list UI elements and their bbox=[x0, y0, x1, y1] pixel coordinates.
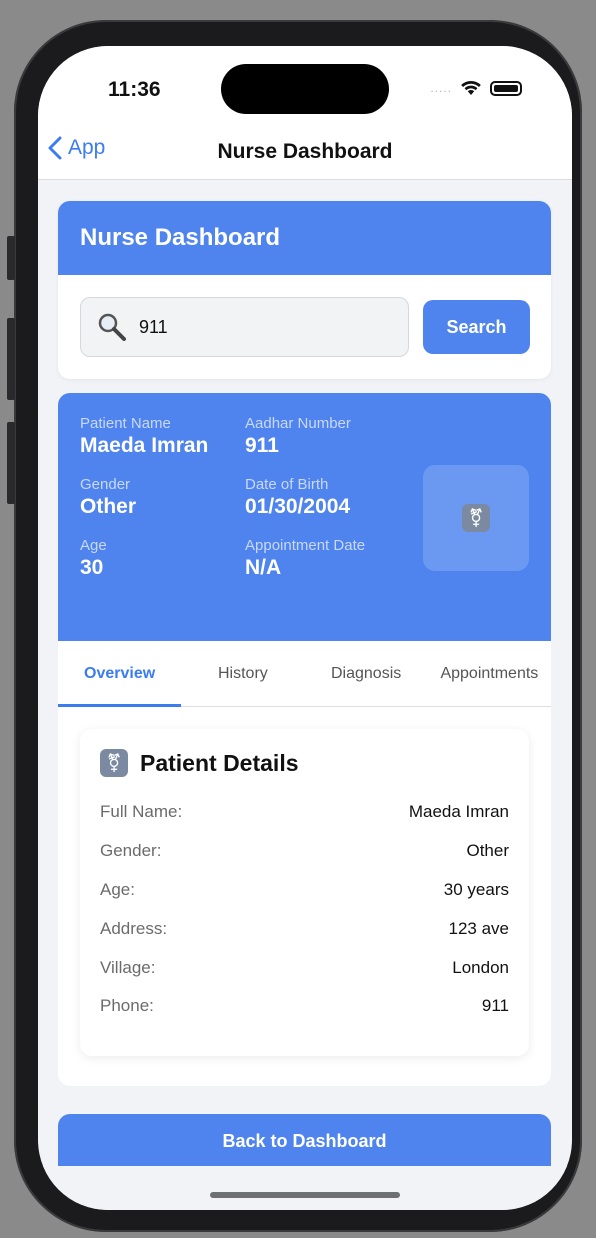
detail-value: 30 years bbox=[443, 879, 509, 899]
search-button[interactable]: Search bbox=[423, 300, 530, 354]
patient-name-value: Maeda Imran bbox=[80, 434, 209, 457]
gender-field: Gender Other bbox=[80, 476, 136, 519]
details-title: Patient Details bbox=[140, 749, 299, 776]
search-input[interactable] bbox=[139, 316, 359, 338]
status-icons: ..... bbox=[430, 80, 522, 96]
aadhar-number-field: Aadhar Number 911 bbox=[245, 415, 351, 458]
detail-label: Age: bbox=[100, 879, 135, 899]
detail-value: London bbox=[452, 957, 509, 977]
tab-appointments[interactable]: Appointments bbox=[428, 641, 551, 706]
transgender-symbol-icon: ⚧ bbox=[462, 504, 490, 532]
status-bar: 11:36 ..... bbox=[38, 46, 572, 136]
home-indicator[interactable] bbox=[210, 1192, 400, 1198]
appointment-date-value: N/A bbox=[245, 556, 282, 579]
battery-icon bbox=[490, 80, 522, 96]
patient-avatar: ⚧ bbox=[423, 465, 529, 571]
age-field: Age 30 bbox=[80, 537, 107, 580]
tab-bar: Overview History Diagnosis Appointments bbox=[58, 641, 551, 707]
detail-label: Full Name: bbox=[100, 802, 183, 822]
status-time: 11:36 bbox=[108, 78, 161, 101]
search-card: Nurse Dashboard Search bbox=[58, 201, 551, 379]
detail-label: Gender: bbox=[100, 841, 162, 861]
volume-down-button bbox=[7, 422, 15, 504]
field-label: Date of Birth bbox=[245, 476, 329, 493]
detail-row-phone: Phone: 911 bbox=[100, 987, 509, 1026]
tab-overview[interactable]: Overview bbox=[58, 641, 182, 707]
detail-value: 123 ave bbox=[448, 918, 510, 938]
detail-row-address: Address: 123 ave bbox=[100, 909, 509, 948]
field-label: Patient Name bbox=[80, 415, 171, 432]
detail-value: Maeda Imran bbox=[408, 802, 509, 822]
details-title-row: ⚧ Patient Details bbox=[100, 749, 509, 777]
detail-label: Village: bbox=[100, 957, 156, 977]
detail-label: Address: bbox=[100, 918, 168, 938]
date-of-birth-value: 01/30/2004 bbox=[245, 495, 351, 518]
dynamic-island bbox=[221, 64, 389, 114]
date-of-birth-field: Date of Birth 01/30/2004 bbox=[245, 476, 350, 519]
field-label: Aadhar Number bbox=[245, 415, 351, 432]
aadhar-number-value: 911 bbox=[245, 434, 279, 457]
back-to-dashboard-button[interactable]: Back to Dashboard bbox=[58, 1114, 551, 1168]
detail-row-age: Age: 30 years bbox=[100, 871, 509, 910]
wifi-icon bbox=[461, 80, 481, 95]
search-row: Search bbox=[58, 275, 551, 379]
magnifying-glass-icon bbox=[98, 313, 126, 341]
detail-row-gender: Gender: Other bbox=[100, 832, 509, 871]
cellular-signal-icon: ..... bbox=[430, 81, 452, 95]
transgender-symbol-icon: ⚧ bbox=[100, 749, 128, 777]
appointment-date-field: Appointment Date N/A bbox=[245, 537, 365, 580]
navigation-bar: App Nurse Dashboard bbox=[38, 128, 572, 180]
patient-details-card: ⚧ Patient Details Full Name: Maeda Imran… bbox=[80, 729, 529, 1056]
patient-summary: Patient Name Maeda Imran Aadhar Number 9… bbox=[58, 393, 551, 641]
details-wrapper: ⚧ Patient Details Full Name: Maeda Imran… bbox=[58, 707, 551, 1086]
main-content: Nurse Dashboard Search Patient Name Maed… bbox=[58, 201, 551, 1086]
search-box[interactable] bbox=[80, 297, 409, 357]
field-label: Gender bbox=[80, 476, 131, 493]
nav-title: Nurse Dashboard bbox=[217, 140, 393, 163]
patient-name-field: Patient Name Maeda Imran bbox=[80, 415, 208, 458]
detail-label: Phone: bbox=[100, 996, 154, 1016]
tab-history[interactable]: History bbox=[181, 641, 304, 706]
detail-value: Other bbox=[466, 841, 509, 861]
volume-up-button bbox=[7, 318, 15, 400]
detail-row-full-name: Full Name: Maeda Imran bbox=[100, 793, 509, 832]
field-label: Appointment Date bbox=[245, 537, 366, 554]
patient-section: Patient Name Maeda Imran Aadhar Number 9… bbox=[58, 393, 551, 1086]
tab-diagnosis[interactable]: Diagnosis bbox=[305, 641, 428, 706]
detail-value: 911 bbox=[481, 996, 509, 1016]
detail-row-village: Village: London bbox=[100, 948, 509, 987]
action-button bbox=[7, 236, 15, 280]
phone-screen: 11:36 ..... App Nurse Dashboard Nurse Da… bbox=[38, 46, 572, 1210]
bottom-safe-area bbox=[38, 1166, 572, 1210]
search-card-header: Nurse Dashboard bbox=[58, 201, 551, 275]
gender-value: Other bbox=[80, 495, 137, 518]
age-value: 30 bbox=[80, 556, 104, 579]
field-label: Age bbox=[80, 537, 107, 554]
